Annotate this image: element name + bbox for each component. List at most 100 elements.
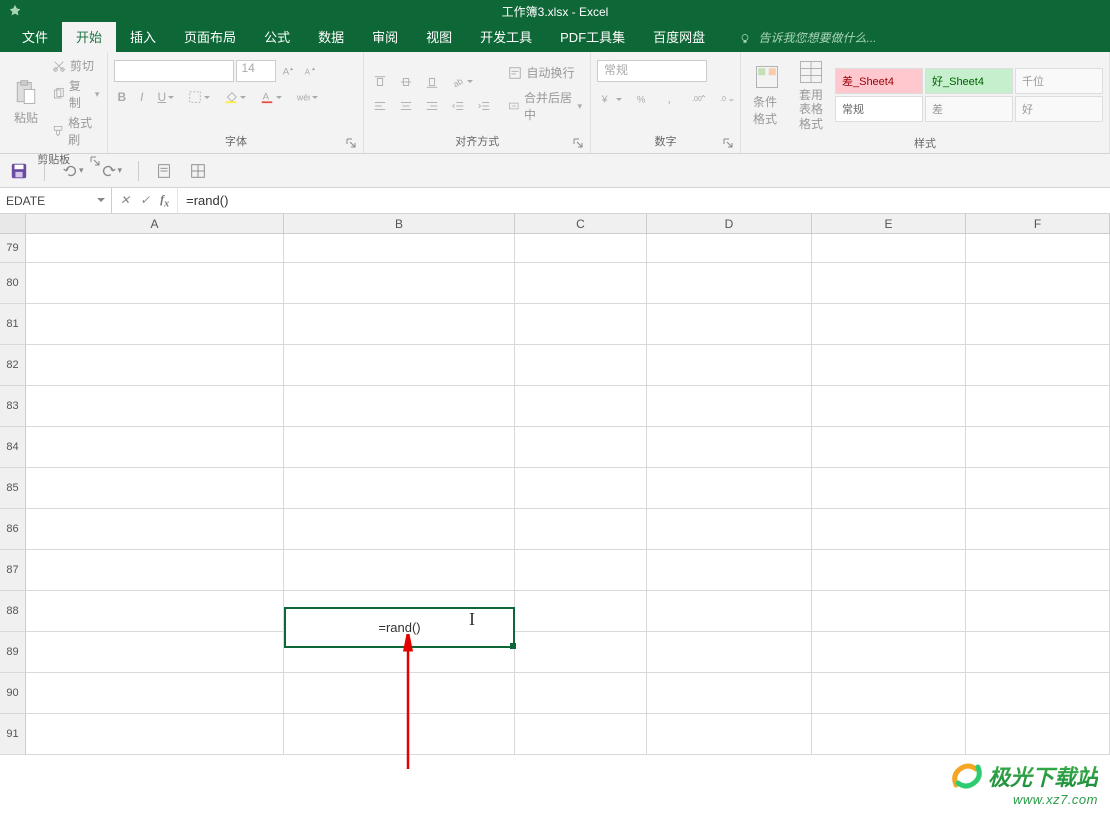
cell-styles-gallery[interactable]: 差_Sheet4 好_Sheet4 千位 常规 差 好 bbox=[835, 68, 1103, 122]
col-header-D[interactable]: D bbox=[647, 214, 812, 233]
style-cell-thousands[interactable]: 千位 bbox=[1015, 68, 1103, 94]
tab-data[interactable]: 数据 bbox=[304, 21, 358, 52]
tab-pdftools[interactable]: PDF工具集 bbox=[546, 21, 639, 52]
group-alignment: ab 自动换行 合并后居中▾ 对齐方式 bbox=[364, 52, 591, 153]
fill-handle[interactable] bbox=[510, 643, 516, 649]
svg-text:%: % bbox=[637, 95, 646, 106]
group-label-number: 数字 bbox=[597, 131, 734, 151]
decrease-decimal-button[interactable]: .0 bbox=[717, 90, 737, 108]
enter-formula-button[interactable]: ✓ bbox=[140, 193, 150, 208]
wrap-text-button[interactable]: 自动换行 bbox=[506, 63, 584, 82]
cells-area[interactable] bbox=[26, 234, 1110, 755]
orientation-button[interactable]: ab bbox=[448, 73, 476, 91]
tab-baidupan[interactable]: 百度网盘 bbox=[639, 21, 719, 52]
increase-decimal-button[interactable]: .00 bbox=[689, 90, 709, 108]
paste-button[interactable]: 粘贴 bbox=[6, 77, 46, 128]
align-bottom-button[interactable] bbox=[422, 73, 442, 91]
fill-color-button[interactable] bbox=[221, 88, 249, 106]
col-header-B[interactable]: B bbox=[284, 214, 515, 233]
style-cell-bad[interactable]: 差_Sheet4 bbox=[835, 68, 923, 94]
spreadsheet-grid[interactable]: A B C D E F 79 80 81 82 83 84 85 86 87 8… bbox=[0, 214, 1110, 814]
number-format-select[interactable]: 常规 bbox=[597, 60, 707, 82]
conditional-formatting-button[interactable]: 条件格式 bbox=[747, 61, 787, 129]
underline-button[interactable]: U bbox=[154, 88, 177, 106]
row-header[interactable]: 82 bbox=[0, 345, 26, 386]
row-header[interactable]: 84 bbox=[0, 427, 26, 468]
style-cell-good[interactable]: 好_Sheet4 bbox=[925, 68, 1013, 94]
align-top-button[interactable] bbox=[370, 73, 390, 91]
row-header[interactable]: 90 bbox=[0, 673, 26, 714]
row-header[interactable]: 86 bbox=[0, 509, 26, 550]
bucket-icon bbox=[224, 90, 238, 104]
format-as-table-button[interactable]: 套用 表格格式 bbox=[791, 56, 831, 133]
launcher-icon[interactable] bbox=[89, 155, 101, 167]
row-header[interactable]: 91 bbox=[0, 714, 26, 755]
border-button[interactable] bbox=[185, 88, 213, 106]
group-label-clipboard: 剪贴板 bbox=[6, 149, 101, 169]
tab-formulas[interactable]: 公式 bbox=[250, 21, 304, 52]
col-header-A[interactable]: A bbox=[26, 214, 284, 233]
pin-icon bbox=[8, 4, 22, 18]
italic-button[interactable]: I bbox=[137, 88, 146, 106]
row-header[interactable]: 87 bbox=[0, 550, 26, 591]
tab-file[interactable]: 文件 bbox=[8, 21, 62, 52]
merge-icon bbox=[508, 99, 520, 113]
launcher-icon[interactable] bbox=[722, 137, 734, 149]
style-cell-good2[interactable]: 好 bbox=[1015, 96, 1103, 122]
style-cell-bad2[interactable]: 差 bbox=[925, 96, 1013, 122]
tab-insert[interactable]: 插入 bbox=[116, 21, 170, 52]
launcher-icon[interactable] bbox=[345, 137, 357, 149]
tell-me-search[interactable]: 告诉我您想要做什么... bbox=[739, 23, 876, 52]
launcher-icon[interactable] bbox=[572, 137, 584, 149]
group-number: 常规 ¥ % , .00 .0 数字 bbox=[591, 52, 741, 153]
col-header-F[interactable]: F bbox=[966, 214, 1110, 233]
row-header[interactable]: 79 bbox=[0, 234, 26, 263]
font-size-select[interactable]: 14 bbox=[236, 60, 276, 82]
increase-font-button[interactable]: A bbox=[278, 62, 298, 80]
font-color-button[interactable]: A bbox=[257, 88, 285, 106]
decrease-indent-button[interactable] bbox=[448, 97, 468, 115]
decrease-font-button[interactable]: A bbox=[300, 62, 320, 80]
row-header[interactable]: 89 bbox=[0, 632, 26, 673]
row-header[interactable]: 88 bbox=[0, 591, 26, 632]
align-left-button[interactable] bbox=[370, 97, 390, 115]
cancel-formula-button[interactable]: ✕ bbox=[120, 193, 130, 208]
col-header-C[interactable]: C bbox=[515, 214, 647, 233]
tab-review[interactable]: 审阅 bbox=[358, 21, 412, 52]
tab-home[interactable]: 开始 bbox=[62, 21, 116, 52]
currency-button[interactable]: ¥ bbox=[597, 90, 625, 108]
redo-button[interactable]: ▾ bbox=[100, 162, 123, 180]
select-all-corner[interactable] bbox=[0, 214, 26, 233]
style-cell-normal[interactable]: 常规 bbox=[835, 96, 923, 122]
percent-button[interactable]: % bbox=[633, 90, 653, 108]
align-right-icon bbox=[425, 99, 439, 113]
fx-button[interactable]: fx bbox=[160, 192, 169, 209]
row-header[interactable]: 81 bbox=[0, 304, 26, 345]
cut-button[interactable]: 剪切 bbox=[50, 56, 101, 75]
align-right-button[interactable] bbox=[422, 97, 442, 115]
qat-btn-2[interactable] bbox=[189, 162, 207, 180]
row-header[interactable]: 83 bbox=[0, 386, 26, 427]
formula-input[interactable]: =rand() bbox=[178, 188, 1110, 213]
qat-btn-1[interactable] bbox=[155, 162, 173, 180]
font-name-select[interactable] bbox=[114, 60, 234, 82]
border-icon bbox=[188, 90, 202, 104]
name-box[interactable]: EDATE bbox=[0, 188, 112, 213]
format-painter-button[interactable]: 格式刷 bbox=[50, 113, 101, 149]
wrap-icon bbox=[508, 66, 522, 80]
merge-center-button[interactable]: 合并后居中▾ bbox=[506, 88, 584, 124]
align-center-button[interactable] bbox=[396, 97, 416, 115]
align-middle-button[interactable] bbox=[396, 73, 416, 91]
annotation-arrow bbox=[398, 634, 418, 777]
copy-button[interactable]: 复制▾ bbox=[50, 76, 101, 112]
tab-pagelayout[interactable]: 页面布局 bbox=[170, 21, 250, 52]
comma-button[interactable]: , bbox=[661, 90, 681, 108]
row-header[interactable]: 80 bbox=[0, 263, 26, 304]
row-header[interactable]: 85 bbox=[0, 468, 26, 509]
phonetic-button[interactable]: wén bbox=[293, 88, 321, 106]
col-header-E[interactable]: E bbox=[812, 214, 966, 233]
tab-view[interactable]: 视图 bbox=[412, 21, 466, 52]
increase-indent-button[interactable] bbox=[474, 97, 494, 115]
tab-developer[interactable]: 开发工具 bbox=[466, 21, 546, 52]
bold-button[interactable]: B bbox=[114, 88, 129, 106]
